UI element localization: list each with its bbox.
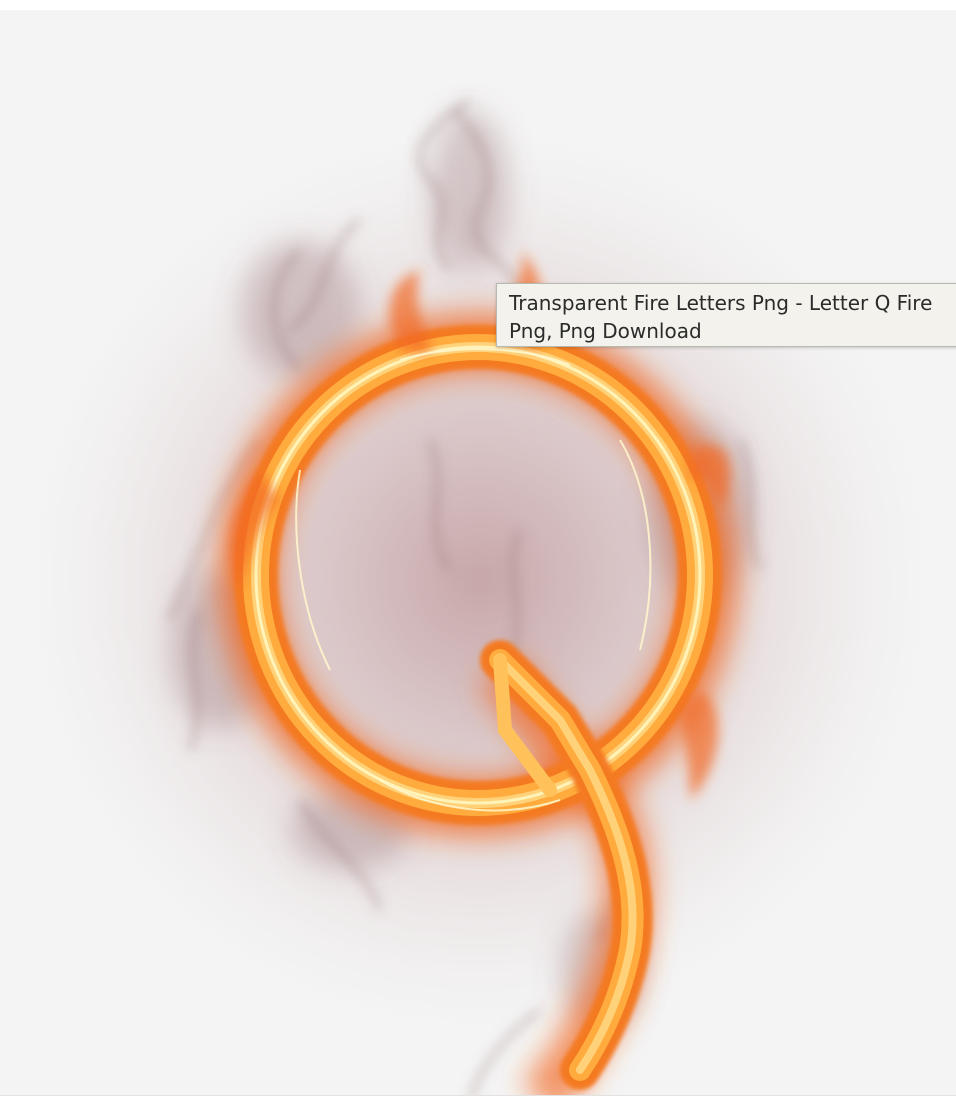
tooltip-line-1: Transparent Fire Letters Png - Letter Q … [509,291,933,315]
top-border [0,0,956,10]
fire-letter-q-image[interactable] [0,10,956,1096]
fire-letter-q-graphic [10,60,950,1096]
image-viewer: Transparent Fire Letters Png - Letter Q … [0,0,956,1104]
tooltip-line-2: Png, Png Download [509,319,702,343]
bottom-border [0,1095,956,1104]
image-title-tooltip: Transparent Fire Letters Png - Letter Q … [496,283,956,347]
